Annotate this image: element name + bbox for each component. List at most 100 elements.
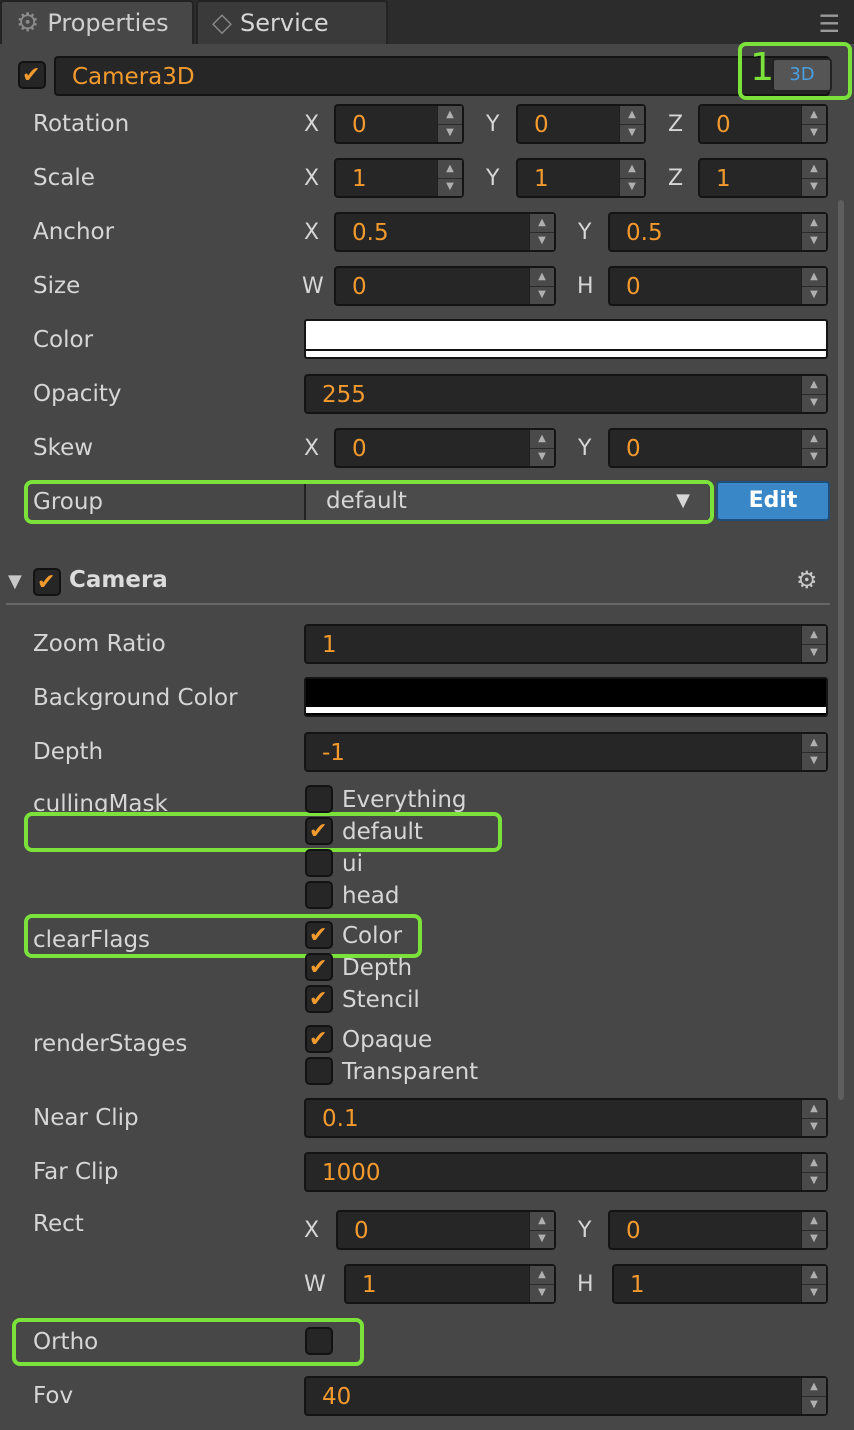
arrow-up-icon[interactable]: ▲ — [802, 214, 826, 233]
rect-h-input[interactable]: 1 ▲ ▼ — [612, 1264, 828, 1304]
rect-w-stepper[interactable]: ▲ ▼ — [529, 1266, 554, 1302]
arrow-down-icon[interactable]: ▼ — [530, 286, 554, 304]
arrow-up-icon[interactable]: ▲ — [802, 626, 826, 645]
arrow-down-icon[interactable]: ▼ — [802, 178, 826, 196]
rotation-x-input[interactable]: 0 ▲ ▼ — [334, 104, 464, 144]
anchor-y-input[interactable]: 0.5 ▲ ▼ — [608, 212, 828, 252]
opacity-input[interactable]: 255 ▲ ▼ — [304, 374, 828, 414]
rect-w-input[interactable]: 1 ▲ ▼ — [344, 1264, 556, 1304]
arrow-down-icon[interactable]: ▼ — [802, 124, 826, 142]
node-name-input[interactable]: Camera3D — [54, 56, 830, 96]
near-clip-input[interactable]: 0.1 ▲ ▼ — [304, 1098, 828, 1138]
zoom-ratio-input[interactable]: 1 ▲ ▼ — [304, 624, 828, 664]
arrow-up-icon[interactable]: ▲ — [438, 106, 462, 125]
arrow-down-icon[interactable]: ▼ — [802, 644, 826, 662]
arrow-up-icon[interactable]: ▲ — [530, 1212, 554, 1231]
clear-color-checkbox[interactable]: ✔ — [305, 921, 333, 949]
rotation-y-stepper[interactable]: ▲ ▼ — [619, 106, 644, 142]
rect-y-input[interactable]: 0 ▲ ▼ — [608, 1210, 828, 1250]
scale-y-input[interactable]: 1 ▲ ▼ — [516, 158, 646, 198]
arrow-down-icon[interactable]: ▼ — [438, 124, 462, 142]
group-select[interactable]: default ▼ — [304, 484, 708, 520]
arrow-down-icon[interactable]: ▼ — [802, 394, 826, 412]
culling-everything-checkbox[interactable] — [305, 785, 333, 813]
color-swatch[interactable] — [304, 319, 828, 359]
render-opaque-checkbox[interactable]: ✔ — [305, 1025, 333, 1053]
arrow-up-icon[interactable]: ▲ — [802, 1154, 826, 1173]
far-clip-input[interactable]: 1000 ▲ ▼ — [304, 1152, 828, 1192]
skew-y-input[interactable]: 0 ▲ ▼ — [608, 428, 828, 468]
arrow-down-icon[interactable]: ▼ — [802, 1230, 826, 1248]
rotation-z-stepper[interactable]: ▲ ▼ — [801, 106, 826, 142]
arrow-up-icon[interactable]: ▲ — [802, 376, 826, 395]
arrow-up-icon[interactable]: ▲ — [530, 430, 554, 449]
arrow-up-icon[interactable]: ▲ — [802, 734, 826, 753]
arrow-up-icon[interactable]: ▲ — [620, 160, 644, 179]
arrow-up-icon[interactable]: ▲ — [802, 268, 826, 287]
skew-x-stepper[interactable]: ▲ ▼ — [529, 430, 554, 466]
rect-y-stepper[interactable]: ▲ ▼ — [801, 1212, 826, 1248]
size-h-input[interactable]: 0 ▲ ▼ — [608, 266, 828, 306]
size-w-stepper[interactable]: ▲ ▼ — [529, 268, 554, 304]
arrow-up-icon[interactable]: ▲ — [802, 1378, 826, 1397]
rotation-x-stepper[interactable]: ▲ ▼ — [437, 106, 462, 142]
tab-service[interactable]: ◇ Service — [196, 0, 388, 44]
arrow-up-icon[interactable]: ▲ — [530, 1266, 554, 1285]
clear-stencil-checkbox[interactable]: ✔ — [305, 985, 333, 1013]
culling-head-checkbox[interactable] — [305, 881, 333, 909]
settings-gear-icon[interactable]: ⚙ — [796, 568, 818, 592]
scale-z-input[interactable]: 1 ▲ ▼ — [698, 158, 828, 198]
arrow-up-icon[interactable]: ▲ — [802, 1212, 826, 1231]
skew-x-input[interactable]: 0 ▲ ▼ — [334, 428, 556, 468]
arrow-up-icon[interactable]: ▲ — [802, 430, 826, 449]
arrow-down-icon[interactable]: ▼ — [802, 1172, 826, 1190]
tab-properties[interactable]: ⚙ Properties — [0, 0, 194, 44]
arrow-up-icon[interactable]: ▲ — [620, 106, 644, 125]
arrow-down-icon[interactable]: ▼ — [802, 1118, 826, 1136]
arrow-down-icon[interactable]: ▼ — [530, 232, 554, 250]
render-transparent-checkbox[interactable] — [305, 1057, 333, 1085]
near-clip-stepper[interactable]: ▲ ▼ — [801, 1100, 826, 1136]
fov-stepper[interactable]: ▲ ▼ — [801, 1378, 826, 1414]
culling-ui-checkbox[interactable] — [305, 849, 333, 877]
zoom-ratio-stepper[interactable]: ▲ ▼ — [801, 626, 826, 662]
far-clip-stepper[interactable]: ▲ ▼ — [801, 1154, 826, 1190]
3d-toggle-button[interactable]: 3D — [772, 58, 832, 92]
rotation-z-input[interactable]: 0 ▲ ▼ — [698, 104, 828, 144]
camera-enabled-checkbox[interactable]: ✔ — [33, 568, 61, 596]
rotation-y-input[interactable]: 0 ▲ ▼ — [516, 104, 646, 144]
scale-z-stepper[interactable]: ▲ ▼ — [801, 160, 826, 196]
depth-input[interactable]: -1 ▲ ▼ — [304, 732, 828, 772]
arrow-up-icon[interactable]: ▲ — [530, 268, 554, 287]
arrow-down-icon[interactable]: ▼ — [802, 286, 826, 304]
ortho-checkbox[interactable] — [305, 1327, 333, 1355]
scrollbar[interactable] — [838, 200, 844, 1100]
collapse-triangle-icon[interactable]: ▼ — [8, 571, 22, 592]
arrow-down-icon[interactable]: ▼ — [802, 1284, 826, 1302]
edit-button[interactable]: Edit — [716, 481, 830, 521]
size-h-stepper[interactable]: ▲ ▼ — [801, 268, 826, 304]
arrow-down-icon[interactable]: ▼ — [530, 1284, 554, 1302]
opacity-stepper[interactable]: ▲ ▼ — [801, 376, 826, 412]
depth-stepper[interactable]: ▲ ▼ — [801, 734, 826, 770]
arrow-down-icon[interactable]: ▼ — [530, 1230, 554, 1248]
scale-x-input[interactable]: 1 ▲ ▼ — [334, 158, 464, 198]
arrow-up-icon[interactable]: ▲ — [802, 106, 826, 125]
clear-depth-checkbox[interactable]: ✔ — [305, 953, 333, 981]
arrow-up-icon[interactable]: ▲ — [802, 1100, 826, 1119]
arrow-down-icon[interactable]: ▼ — [620, 124, 644, 142]
skew-y-stepper[interactable]: ▲ ▼ — [801, 430, 826, 466]
background-color-swatch[interactable] — [304, 677, 828, 717]
node-active-checkbox[interactable]: ✔ — [18, 61, 46, 89]
fov-input[interactable]: 40 ▲ ▼ — [304, 1376, 828, 1416]
arrow-down-icon[interactable]: ▼ — [802, 232, 826, 250]
rect-x-input[interactable]: 0 ▲ ▼ — [336, 1210, 556, 1250]
arrow-down-icon[interactable]: ▼ — [438, 178, 462, 196]
culling-default-checkbox[interactable]: ✔ — [305, 817, 333, 845]
arrow-down-icon[interactable]: ▼ — [802, 1396, 826, 1414]
scale-y-stepper[interactable]: ▲ ▼ — [619, 160, 644, 196]
arrow-down-icon[interactable]: ▼ — [620, 178, 644, 196]
scale-x-stepper[interactable]: ▲ ▼ — [437, 160, 462, 196]
arrow-up-icon[interactable]: ▲ — [802, 1266, 826, 1285]
menu-icon[interactable]: ☰ — [818, 10, 840, 38]
